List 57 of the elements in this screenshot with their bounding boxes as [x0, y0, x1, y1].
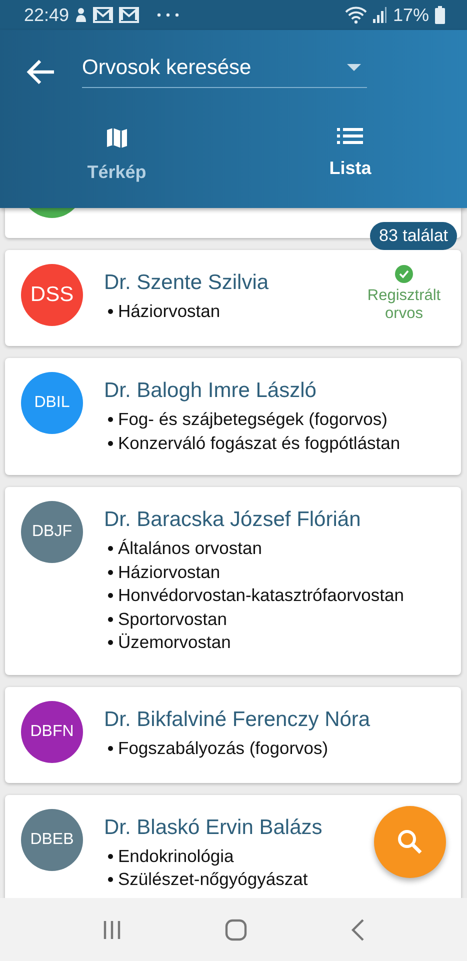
specialty: Szülészet-nőgyógyászat: [118, 868, 308, 891]
signal-icon: [372, 7, 387, 23]
view-tab[interactable]: Lista: [234, 114, 467, 208]
bullet-icon: [108, 616, 113, 622]
initials-avatar: DBEB: [21, 808, 83, 870]
bullet-icon: [108, 746, 113, 751]
bullet-icon: [108, 440, 113, 446]
specialty: Fog- és szájbetegségek (fogorvos): [118, 408, 388, 431]
notification-icon: [75, 7, 88, 23]
specialty: Általános orvostan: [118, 537, 262, 560]
initials-avatar: DBIL: [21, 372, 83, 434]
result-count-toast: 83 találat: [370, 222, 457, 250]
doctor-name: Dr. Blaskó Ervin Balázs: [104, 814, 322, 840]
mail-icon: [119, 7, 140, 23]
bullet-icon: [108, 593, 113, 598]
specialty: Háziorvostan: [118, 560, 220, 584]
doctor-name: Dr. Balogh Imre László: [104, 378, 316, 404]
specialty: Üzemorvostan: [118, 631, 231, 654]
doctor-name: Dr. Baracska József Flórián: [104, 507, 361, 533]
battery-level: 17%: [392, 4, 429, 26]
bullet-icon: [108, 877, 113, 882]
specialty: Honvédorvostan-katasztrófaorvostan: [118, 584, 404, 607]
initials-avatar: DBJF: [21, 501, 83, 563]
specialty: Endokrinológia: [118, 844, 234, 868]
specialty: Háziorvostan: [118, 300, 220, 323]
specialty: Sportorvostan: [118, 608, 227, 631]
initials-avatar: DSS: [21, 264, 83, 326]
bullet-icon: [108, 417, 113, 422]
doctor-card[interactable]: DBJF Dr. Baracska József Flórián Általános orvostan Háziorvostan Honvédorvostan-katasztrófaorvostan Sportorvostan Üzemorvostan: [5, 487, 461, 674]
doctor-name: Dr. Szente Szilvia: [104, 270, 269, 296]
more-icon: [157, 13, 180, 17]
verified-check-icon: [394, 264, 414, 284]
bullet-icon: [108, 640, 113, 646]
doctor-card[interactable]: DBEB Dr. Blaskó Ervin Balázs Endokrinológia Szülészet-nőgyógyászat: [5, 794, 461, 898]
bullet-icon: [108, 570, 113, 575]
doctor-card[interactable]: DBFN Dr. Bikfalviné Ferenczy Nóra Fogszabályozás (fogorvos): [5, 686, 461, 782]
bullet-icon: [108, 309, 113, 314]
bullet-icon: [108, 546, 113, 552]
registered-label: Regisztrált orvos: [366, 287, 442, 323]
search-icon: [396, 828, 424, 856]
map-icon: [104, 126, 129, 150]
initials-avatar: DBFN: [21, 700, 83, 762]
list-icon: [337, 126, 364, 146]
caret-icon: [347, 64, 361, 71]
back-button[interactable]: [26, 59, 56, 85]
search-type-dropdown[interactable]: Orvosok keresése: [82, 48, 367, 88]
view-tab[interactable]: Térkép: [0, 114, 234, 208]
status-time: 22:49: [24, 4, 70, 26]
specialty: Konzerváló fogászat és fogpótlástan: [118, 432, 400, 455]
specialty: Fogszabályozás (fogorvos): [118, 736, 328, 760]
bullet-icon: [108, 854, 113, 859]
doctor-card[interactable]: DBIL Dr. Balogh Imre László Fog- és szájbetegségek (fogorvos) Konzerváló fogászat és fogpótlástan: [5, 358, 461, 475]
doctor-card[interactable]: DSS Dr. Szente Szilvia Háziorvostan Regisztrált orvos: [5, 250, 461, 346]
doctor-name: Dr. Bikfalviné Ferenczy Nóra: [104, 706, 370, 732]
battery-icon: [435, 6, 445, 24]
wifi-icon: [344, 6, 367, 24]
mail-icon: [93, 7, 114, 23]
